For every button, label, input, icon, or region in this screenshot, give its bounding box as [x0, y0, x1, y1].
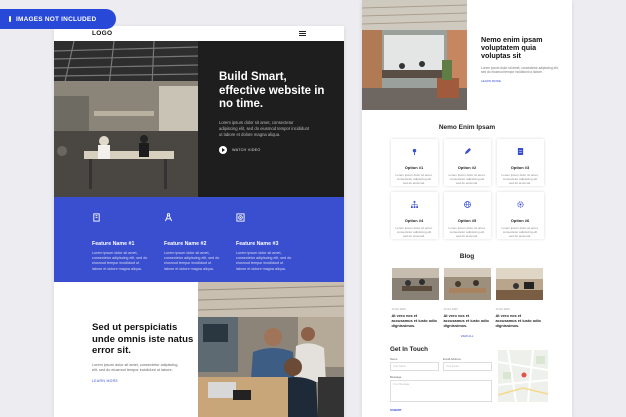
images-not-included-badge: IMAGES NOT INCLUDED: [0, 9, 116, 29]
blog-post[interactable]: 10 Oct 2020 At vero eos et accusamus et …: [443, 268, 491, 328]
email-label: Email Address: [443, 357, 461, 361]
blog-image: [391, 268, 439, 300]
email-field[interactable]: Your Email: [443, 362, 492, 371]
post-meta: 10 Oct 2020: [495, 308, 510, 311]
option-text: Lorem ipsum dolor sit amet, consectetur …: [448, 173, 486, 186]
view-all-link[interactable]: VIEW ALL: [362, 334, 572, 338]
contact-section: Get In Touch Name Your Name Email Addres…: [362, 346, 572, 412]
target-icon: [236, 213, 245, 222]
blog-image: [495, 268, 543, 300]
email-field-group: Email Address Your Email: [443, 357, 492, 371]
option-text: Lorem ipsum dolor sit amet, consectetur …: [448, 226, 486, 239]
contact-form: Get In Touch Name Your Name Email Addres…: [390, 346, 492, 412]
logo[interactable]: LOGO: [92, 30, 112, 37]
feature-title: Feature Name #2: [164, 241, 207, 247]
globe-icon: [463, 201, 471, 208]
feature-card: Feature Name #2 Lorem ipsum dolor sit am…: [164, 213, 222, 282]
post-meta: 10 Oct 2020: [443, 308, 458, 311]
name-label: Name: [390, 357, 398, 361]
option-title: Option #1: [404, 165, 424, 170]
about-section: Sed ut perspiciatis unde omnis iste natu…: [54, 282, 344, 417]
badge-label: IMAGES NOT INCLUDED: [16, 15, 97, 23]
team-meeting-photo: [198, 282, 344, 417]
play-icon[interactable]: [219, 145, 227, 154]
option-card[interactable]: Option #4 Lorem ipsum dolor sit amet, co…: [390, 192, 438, 239]
option-card[interactable]: Option #1 Lorem ipsum dolor sit amet, co…: [390, 139, 438, 186]
pen-icon: [464, 148, 471, 155]
learn-more-link[interactable]: LEARN MORE: [481, 79, 564, 83]
about-title: Sed ut perspiciatis unde omnis iste natu…: [92, 322, 194, 356]
settings-icon: [516, 201, 524, 208]
hero-section: Build Smart, effective website in no tim…: [54, 41, 344, 197]
blog-image: [443, 268, 491, 300]
option-card[interactable]: Option #2 Lorem ipsum dolor sit amet, co…: [443, 139, 491, 186]
hero-title: Build Smart, effective website in no tim…: [219, 71, 325, 110]
post-meta: 10 Oct 2020: [391, 308, 406, 311]
name-field[interactable]: Your Name: [390, 362, 439, 371]
contact-title: Get In Touch: [390, 346, 429, 353]
blog-section: Blog 10 Oct 2020 At vero eos et accusamu…: [362, 253, 572, 338]
name-field-group: Name Your Name: [390, 357, 439, 371]
option-text: Lorem ipsum dolor sit amet, consectetur …: [501, 173, 539, 186]
options-title: Nemo Enim Ipsam: [438, 124, 496, 131]
features-section: Feature Name #1 Lorem ipsum dolor sit am…: [54, 197, 344, 282]
hierarchy-icon: [410, 201, 418, 208]
option-card[interactable]: Option #3 Lorem ipsum dolor sit amet, co…: [496, 139, 544, 186]
blog-title: Blog: [459, 253, 475, 260]
office-photo: [54, 41, 198, 197]
hero-content: Build Smart, effective website in no tim…: [198, 41, 344, 197]
option-card[interactable]: Option #5 Lorem ipsum dolor sit amet, co…: [443, 192, 491, 239]
options-section: Nemo Enim Ipsam Option #1 Lorem ipsum do…: [362, 124, 572, 239]
post-title: At vero eos et accusamus et iusto odio d…: [391, 313, 437, 328]
feature-title: Feature Name #3: [236, 241, 279, 247]
message-field[interactable]: Your Message: [390, 380, 492, 402]
option-title: Option #6: [510, 218, 530, 223]
feature-text: Lorem ipsum dolor sit amet, consectetur …: [164, 251, 220, 271]
location-map[interactable]: [498, 350, 548, 402]
about-content: Sed ut perspiciatis unde omnis iste natu…: [54, 282, 198, 417]
compass-icon: [164, 213, 173, 222]
document-icon: [517, 148, 523, 155]
feature-card: Feature Name #3 Lorem ipsum dolor sit am…: [236, 213, 294, 282]
option-title: Option #4: [404, 218, 424, 223]
blog-post[interactable]: 10 Oct 2020 At vero eos et accusamus et …: [391, 268, 439, 328]
feature-title: Feature Name #1: [92, 241, 135, 247]
submit-button[interactable]: SUBMIT: [390, 408, 492, 412]
feature-text: Lorem ipsum dolor sit amet, consectetur …: [92, 251, 148, 271]
landing-page-left: LOGO Build Smart, effective website in n…: [54, 26, 344, 417]
option-text: Lorem ipsum dolor sit amet, consectetur …: [395, 226, 433, 239]
message-label: Message: [390, 375, 402, 379]
message-field-group: Message Your Message: [390, 375, 492, 402]
watch-video-link[interactable]: WATCH VIDEO: [219, 145, 330, 154]
intro-title: Nemo enim ipsam voluptatem quia voluptas…: [481, 35, 543, 61]
option-text: Lorem ipsum dolor sit amet, consectetur …: [501, 226, 539, 239]
open-office-photo: [362, 0, 467, 110]
learn-more-link[interactable]: LEARN MORE: [92, 379, 198, 383]
post-title: At vero eos et accusamus et iusto odio d…: [495, 313, 541, 328]
feature-card: Feature Name #1 Lorem ipsum dolor sit am…: [92, 213, 150, 282]
watch-video-label[interactable]: WATCH VIDEO: [232, 148, 261, 152]
intro-text: Lorem ipsum dolor sit amet, consectetur …: [481, 65, 559, 75]
option-text: Lorem ipsum dolor sit amet, consectetur …: [395, 173, 433, 186]
feature-text: Lorem ipsum dolor sit amet, consectetur …: [236, 251, 292, 271]
about-text: Lorem ipsum dolor sit amet, consectetur …: [92, 362, 178, 372]
option-title: Option #3: [510, 165, 530, 170]
pin-icon: [412, 148, 416, 155]
building-icon: [93, 213, 100, 222]
post-title: At vero eos et accusamus et iusto odio d…: [443, 313, 489, 328]
option-title: Option #5: [457, 218, 477, 223]
intro-content: Nemo enim ipsam voluptatem quia voluptas…: [467, 0, 572, 110]
intro-section: Nemo enim ipsam voluptatem quia voluptas…: [362, 0, 572, 110]
hero-text: Lorem ipsum dolor sit amet, consectetur …: [219, 119, 310, 137]
landing-page-right: Nemo enim ipsam voluptatem quia voluptas…: [362, 0, 572, 417]
hamburger-menu-icon[interactable]: [299, 31, 306, 36]
options-grid: Option #1 Lorem ipsum dolor sit amet, co…: [362, 139, 572, 239]
option-title: Option #2: [457, 165, 477, 170]
info-icon: [9, 16, 11, 22]
blog-post[interactable]: 10 Oct 2020 At vero eos et accusamus et …: [495, 268, 543, 328]
option-card[interactable]: Option #6 Lorem ipsum dolor sit amet, co…: [496, 192, 544, 239]
blog-posts: 10 Oct 2020 At vero eos et accusamus et …: [362, 268, 572, 328]
